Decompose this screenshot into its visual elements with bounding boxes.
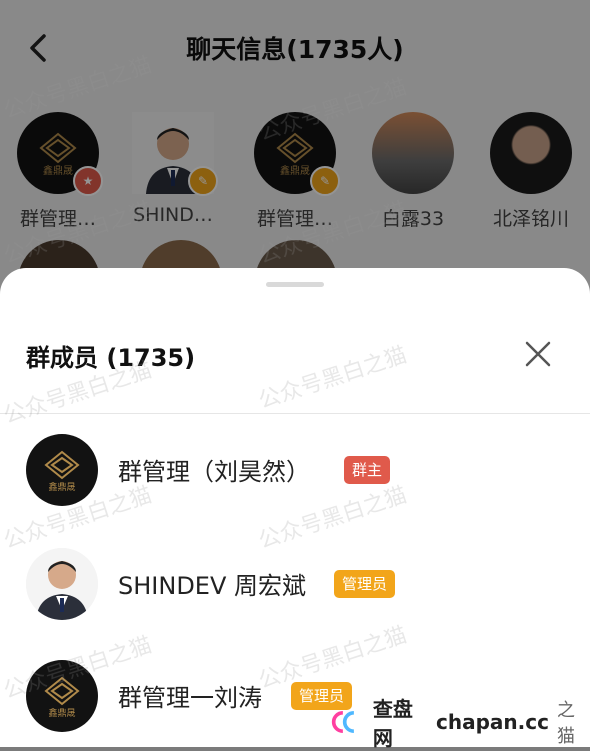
close-icon [525, 341, 551, 367]
site-suffix: 之猫 [556, 700, 575, 747]
member-row[interactable]: SHINDEV 周宏斌 管理员 [0, 548, 590, 638]
admin-tag: 管理员 [334, 570, 396, 598]
divider [0, 413, 590, 414]
svg-text:鑫鼎晟: 鑫鼎晟 [48, 707, 75, 719]
close-button[interactable] [522, 338, 554, 370]
member-name: 群管理一刘涛 [118, 684, 262, 712]
owner-tag: 群主 [344, 456, 391, 484]
site-logo-icon [331, 710, 355, 734]
svg-text:鑫鼎晟: 鑫鼎晟 [48, 481, 75, 493]
site-name: 查盘网 [372, 697, 413, 750]
drag-handle[interactable] [266, 282, 324, 287]
site-url: chapan.cc [435, 710, 549, 734]
member-name: SHINDEV 周宏斌 [118, 572, 307, 600]
site-watermark: 查盘网 chapan.cc 之猫 [330, 697, 590, 750]
avatar [26, 548, 98, 620]
